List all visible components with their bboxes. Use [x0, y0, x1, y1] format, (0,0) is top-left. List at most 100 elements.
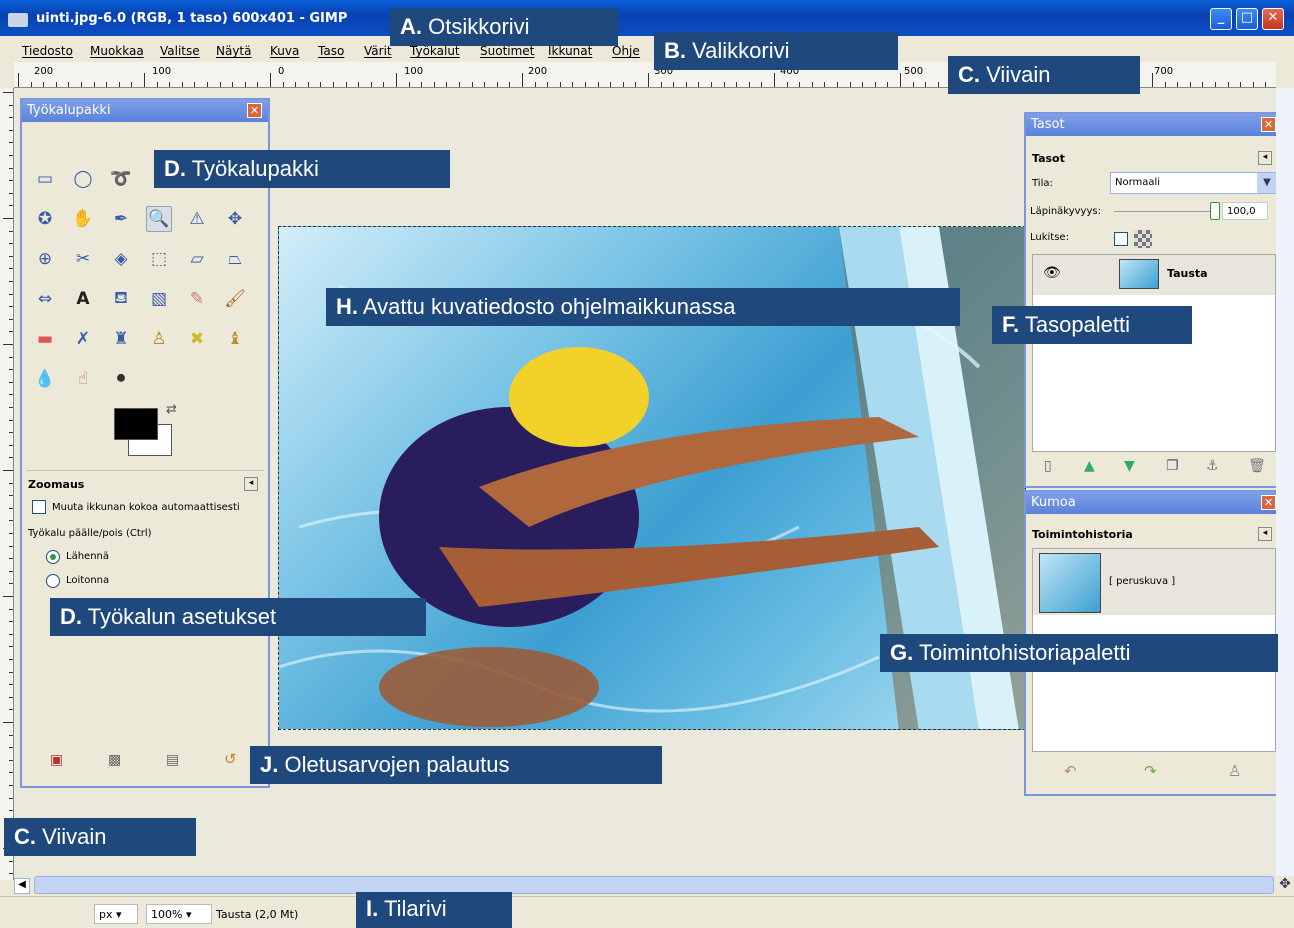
ruler-tick	[30, 82, 32, 87]
ruler-number: 700	[1154, 66, 1174, 77]
mode-select[interactable]: Normaali ▼	[1110, 172, 1278, 194]
swap-colors-icon[interactable]: ⇄	[166, 402, 177, 417]
measure-icon[interactable]: ⚠	[184, 206, 210, 232]
rect-select-icon[interactable]: ▭	[32, 166, 58, 192]
label-text: Tilarivi	[383, 896, 447, 921]
history-row[interactable]: [ peruskuva ]	[1033, 549, 1275, 615]
perspective-icon[interactable]: ⏢	[222, 246, 248, 272]
menu-layer[interactable]: Taso	[318, 44, 344, 58]
delete-layer-icon[interactable]: 🗑	[1248, 458, 1266, 474]
menu-help[interactable]: Ohje	[612, 44, 640, 58]
reset-defaults-icon[interactable]: ↺	[224, 750, 237, 768]
move-icon[interactable]: ✥	[222, 206, 248, 232]
zoom-select[interactable]: 100% ▾	[146, 904, 212, 924]
heal-icon[interactable]: ✖	[184, 326, 210, 352]
close-icon[interactable]: ✕	[1261, 495, 1276, 510]
crop-icon[interactable]: ✂	[70, 246, 96, 272]
bucket-fill-icon[interactable]: ⛾	[108, 286, 134, 312]
scroll-left-button[interactable]: ◀	[14, 878, 30, 894]
text-icon[interactable]: A	[70, 286, 96, 312]
eye-icon[interactable]: 👁	[1043, 265, 1061, 281]
navigate-icon[interactable]: ✥	[1276, 876, 1294, 894]
menu-image[interactable]: Kuva	[270, 44, 299, 58]
label-key: D.	[164, 156, 186, 181]
restore-options-icon[interactable]: ▩	[108, 752, 121, 768]
foreground-color-swatch[interactable]	[114, 408, 158, 440]
save-options-icon[interactable]: ▣	[50, 752, 63, 768]
minimize-button[interactable]: _	[1210, 8, 1232, 30]
clone-icon[interactable]: ♙	[146, 326, 172, 352]
dodge-burn-icon[interactable]: ⚫	[108, 366, 134, 392]
ruler-tick	[660, 82, 662, 87]
lock-alpha-icon[interactable]	[1134, 230, 1152, 248]
label-title-bar: A. Otsikkorivi	[390, 8, 618, 46]
menu-view[interactable]: Näytä	[216, 44, 252, 58]
zoom-out-radio[interactable]	[46, 574, 60, 588]
vertical-scrollbar[interactable]	[1276, 88, 1294, 876]
ruler-tick	[736, 82, 738, 87]
eraser-icon[interactable]: ▬	[32, 326, 58, 352]
vertical-ruler[interactable]	[0, 88, 14, 880]
maximize-button[interactable]: □	[1236, 8, 1258, 30]
label-text: Oletusarvojen palautus	[284, 752, 510, 777]
perspective-clone-icon[interactable]: ♝	[222, 326, 248, 352]
lock-pixels-checkbox[interactable]	[1114, 232, 1128, 246]
lasso-icon[interactable]: ➰	[108, 166, 134, 192]
pencil-icon[interactable]: ✎	[184, 286, 210, 312]
blend-icon[interactable]: ▧	[146, 286, 172, 312]
zoom-icon[interactable]: 🔍	[146, 206, 172, 232]
blur-icon[interactable]: 💧	[32, 366, 58, 392]
smudge-icon[interactable]: ☝	[70, 366, 96, 392]
airbrush-icon[interactable]: ✗	[70, 326, 96, 352]
flip-icon[interactable]: ⇔	[32, 286, 58, 312]
resize-window-checkbox[interactable]	[32, 500, 46, 514]
menu-select[interactable]: Valitse	[160, 44, 200, 58]
opacity-slider-track[interactable]	[1114, 211, 1216, 212]
align-icon[interactable]: ⊕	[32, 246, 58, 272]
horizontal-scrollbar[interactable]	[34, 876, 1274, 894]
fuzzy-select-icon[interactable]: ✪	[32, 206, 58, 232]
opacity-spinbox[interactable]: 100,0	[1222, 202, 1268, 220]
ruler-tick	[900, 73, 901, 87]
menu-windows[interactable]: Ikkunat	[548, 44, 592, 58]
menu-file[interactable]: Tiedosto	[22, 44, 73, 58]
configure-tab-icon[interactable]: ◂	[244, 477, 258, 491]
configure-tab-icon[interactable]: ◂	[1258, 151, 1272, 165]
zoom-in-radio[interactable]	[46, 550, 60, 564]
configure-tab-icon[interactable]: ◂	[1258, 527, 1272, 541]
undo-icon[interactable]: ↶	[1064, 762, 1077, 780]
shear-icon[interactable]: ▱	[184, 246, 210, 272]
menu-tools[interactable]: Työkalut	[410, 44, 460, 58]
ruler-tick	[9, 444, 13, 446]
ink-icon[interactable]: ♜	[108, 326, 134, 352]
anchor-layer-icon[interactable]: ⚓	[1206, 458, 1219, 474]
duplicate-layer-icon[interactable]: ❐	[1166, 458, 1179, 474]
chevron-down-icon[interactable]: ▼	[1257, 173, 1277, 193]
lower-layer-icon[interactable]: ▼	[1124, 458, 1135, 474]
color-select-icon[interactable]: ✋	[70, 206, 96, 232]
ellipse-select-icon[interactable]: ◯	[70, 166, 96, 192]
scale-icon[interactable]: ⬚	[146, 246, 172, 272]
redo-icon[interactable]: ↷	[1144, 762, 1157, 780]
label-text: Toimintohistoriapaletti	[918, 640, 1131, 665]
unit-select[interactable]: px ▾	[94, 904, 138, 924]
ruler-tick	[9, 129, 13, 131]
close-icon[interactable]: ✕	[247, 103, 262, 118]
raise-layer-icon[interactable]: ▲	[1084, 458, 1095, 474]
paths-icon[interactable]: ✒	[108, 206, 134, 232]
menu-edit[interactable]: Muokkaa	[90, 44, 144, 58]
new-layer-icon[interactable]: ▯	[1044, 458, 1052, 474]
delete-options-icon[interactable]: ▤	[166, 752, 179, 768]
close-button[interactable]: ✕	[1262, 8, 1284, 30]
opacity-slider-handle[interactable]	[1210, 202, 1220, 220]
rotate-icon[interactable]: ◈	[108, 246, 134, 272]
clear-history-icon[interactable]: ♙	[1228, 762, 1241, 780]
layer-row[interactable]: 👁 Tausta	[1033, 255, 1275, 295]
menu-colors[interactable]: Värit	[364, 44, 392, 58]
zoom-value: 100%	[151, 908, 183, 921]
menu-filters[interactable]: Suotimet	[480, 44, 534, 58]
paintbrush-icon[interactable]: 🖌	[222, 286, 248, 312]
close-icon[interactable]: ✕	[1261, 117, 1276, 132]
ruler-tick	[9, 482, 13, 484]
label-key: J.	[260, 752, 279, 777]
